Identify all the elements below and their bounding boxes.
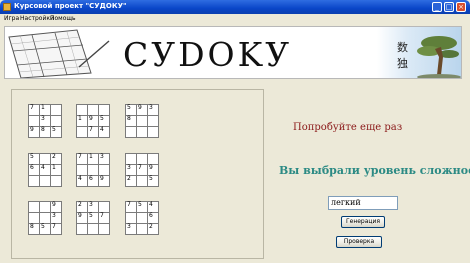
sudoku-cell[interactable]: 7 <box>50 223 62 235</box>
difficulty-level-field[interactable]: легкий <box>328 196 398 210</box>
sudoku-cell[interactable]: 2 <box>147 223 159 235</box>
maximize-button[interactable]: □ <box>444 2 454 12</box>
title-bar[interactable]: Курсовой проект "СУДОКУ" _ □ × <box>0 0 470 14</box>
banner-title: СУDOKУ <box>123 35 293 74</box>
level-prompt-label: Вы выбрали уровень сложности <box>279 164 470 177</box>
generate-button[interactable]: Генерация <box>341 216 385 228</box>
banner: СУDOKУ 数 独 <box>4 26 462 79</box>
sudoku-sketch-image <box>8 29 110 78</box>
sudoku-cell[interactable]: 9 <box>98 175 110 187</box>
sudoku-board-panel: 7139851957459385264171346937925938572395… <box>11 89 264 259</box>
app-window: Курсовой проект "СУДОКУ" _ □ × Игра Наст… <box>0 0 470 263</box>
bonsai-tree-icon <box>417 36 461 78</box>
sudoku-cell[interactable]: 5 <box>50 126 62 138</box>
sudoku-cell[interactable] <box>98 223 110 235</box>
menu-settings[interactable]: Настройки <box>20 15 54 22</box>
minimize-button[interactable]: _ <box>432 2 442 12</box>
check-button[interactable]: Проверка <box>336 236 382 248</box>
sudoku-cell[interactable]: 4 <box>98 126 110 138</box>
window-title: Курсовой проект "СУДОКУ" <box>14 2 127 10</box>
sudoku-cell[interactable] <box>50 175 62 187</box>
try-again-message: Попробуйте еще раз <box>293 122 403 133</box>
menu-help[interactable]: Помощь <box>50 15 76 22</box>
menu-bar: Игра Настройки Помощь <box>0 14 470 24</box>
sudoku-cell[interactable]: 5 <box>147 175 159 187</box>
app-icon <box>3 3 11 11</box>
menu-game[interactable]: Игра <box>4 15 19 22</box>
banner-tree-art: 数 独 <box>377 27 461 78</box>
close-button[interactable]: × <box>456 2 466 12</box>
sudoku-cell[interactable] <box>147 126 159 138</box>
